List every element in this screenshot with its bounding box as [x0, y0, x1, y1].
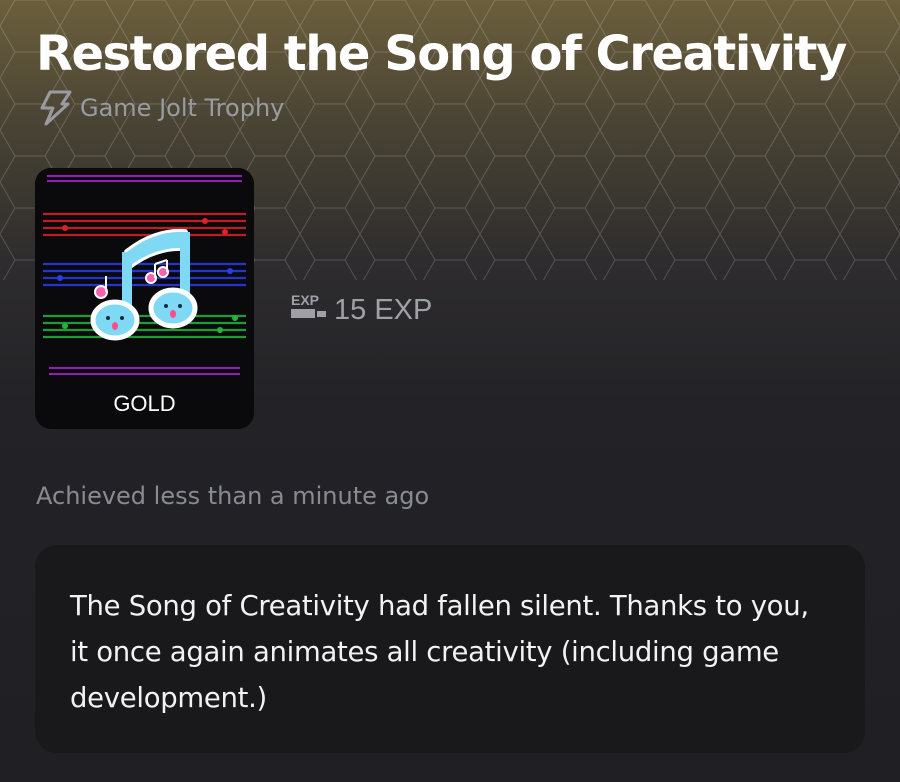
trophy-source[interactable]: Game Jolt Trophy	[38, 88, 284, 128]
exp-value: 15 EXP	[334, 293, 433, 326]
music-notes-icon	[35, 168, 254, 388]
trophy-tier-label: GOLD	[113, 391, 176, 416]
trophy-card: GOLD	[35, 168, 254, 429]
game-jolt-bolt-icon	[38, 90, 72, 126]
achieved-timestamp: Achieved less than a minute ago	[36, 482, 430, 510]
trophy-title: Restored the Song of Creativity	[36, 26, 847, 82]
trophy-description: The Song of Creativity had fallen silent…	[70, 590, 809, 714]
exp-icon: EXP	[290, 291, 328, 329]
trophy-description-card: The Song of Creativity had fallen silent…	[35, 545, 865, 753]
exp-reward: EXP 15 EXP	[290, 290, 432, 330]
exp-icon-text: EXP	[291, 292, 319, 308]
trophy-source-label: Game Jolt Trophy	[80, 94, 285, 122]
